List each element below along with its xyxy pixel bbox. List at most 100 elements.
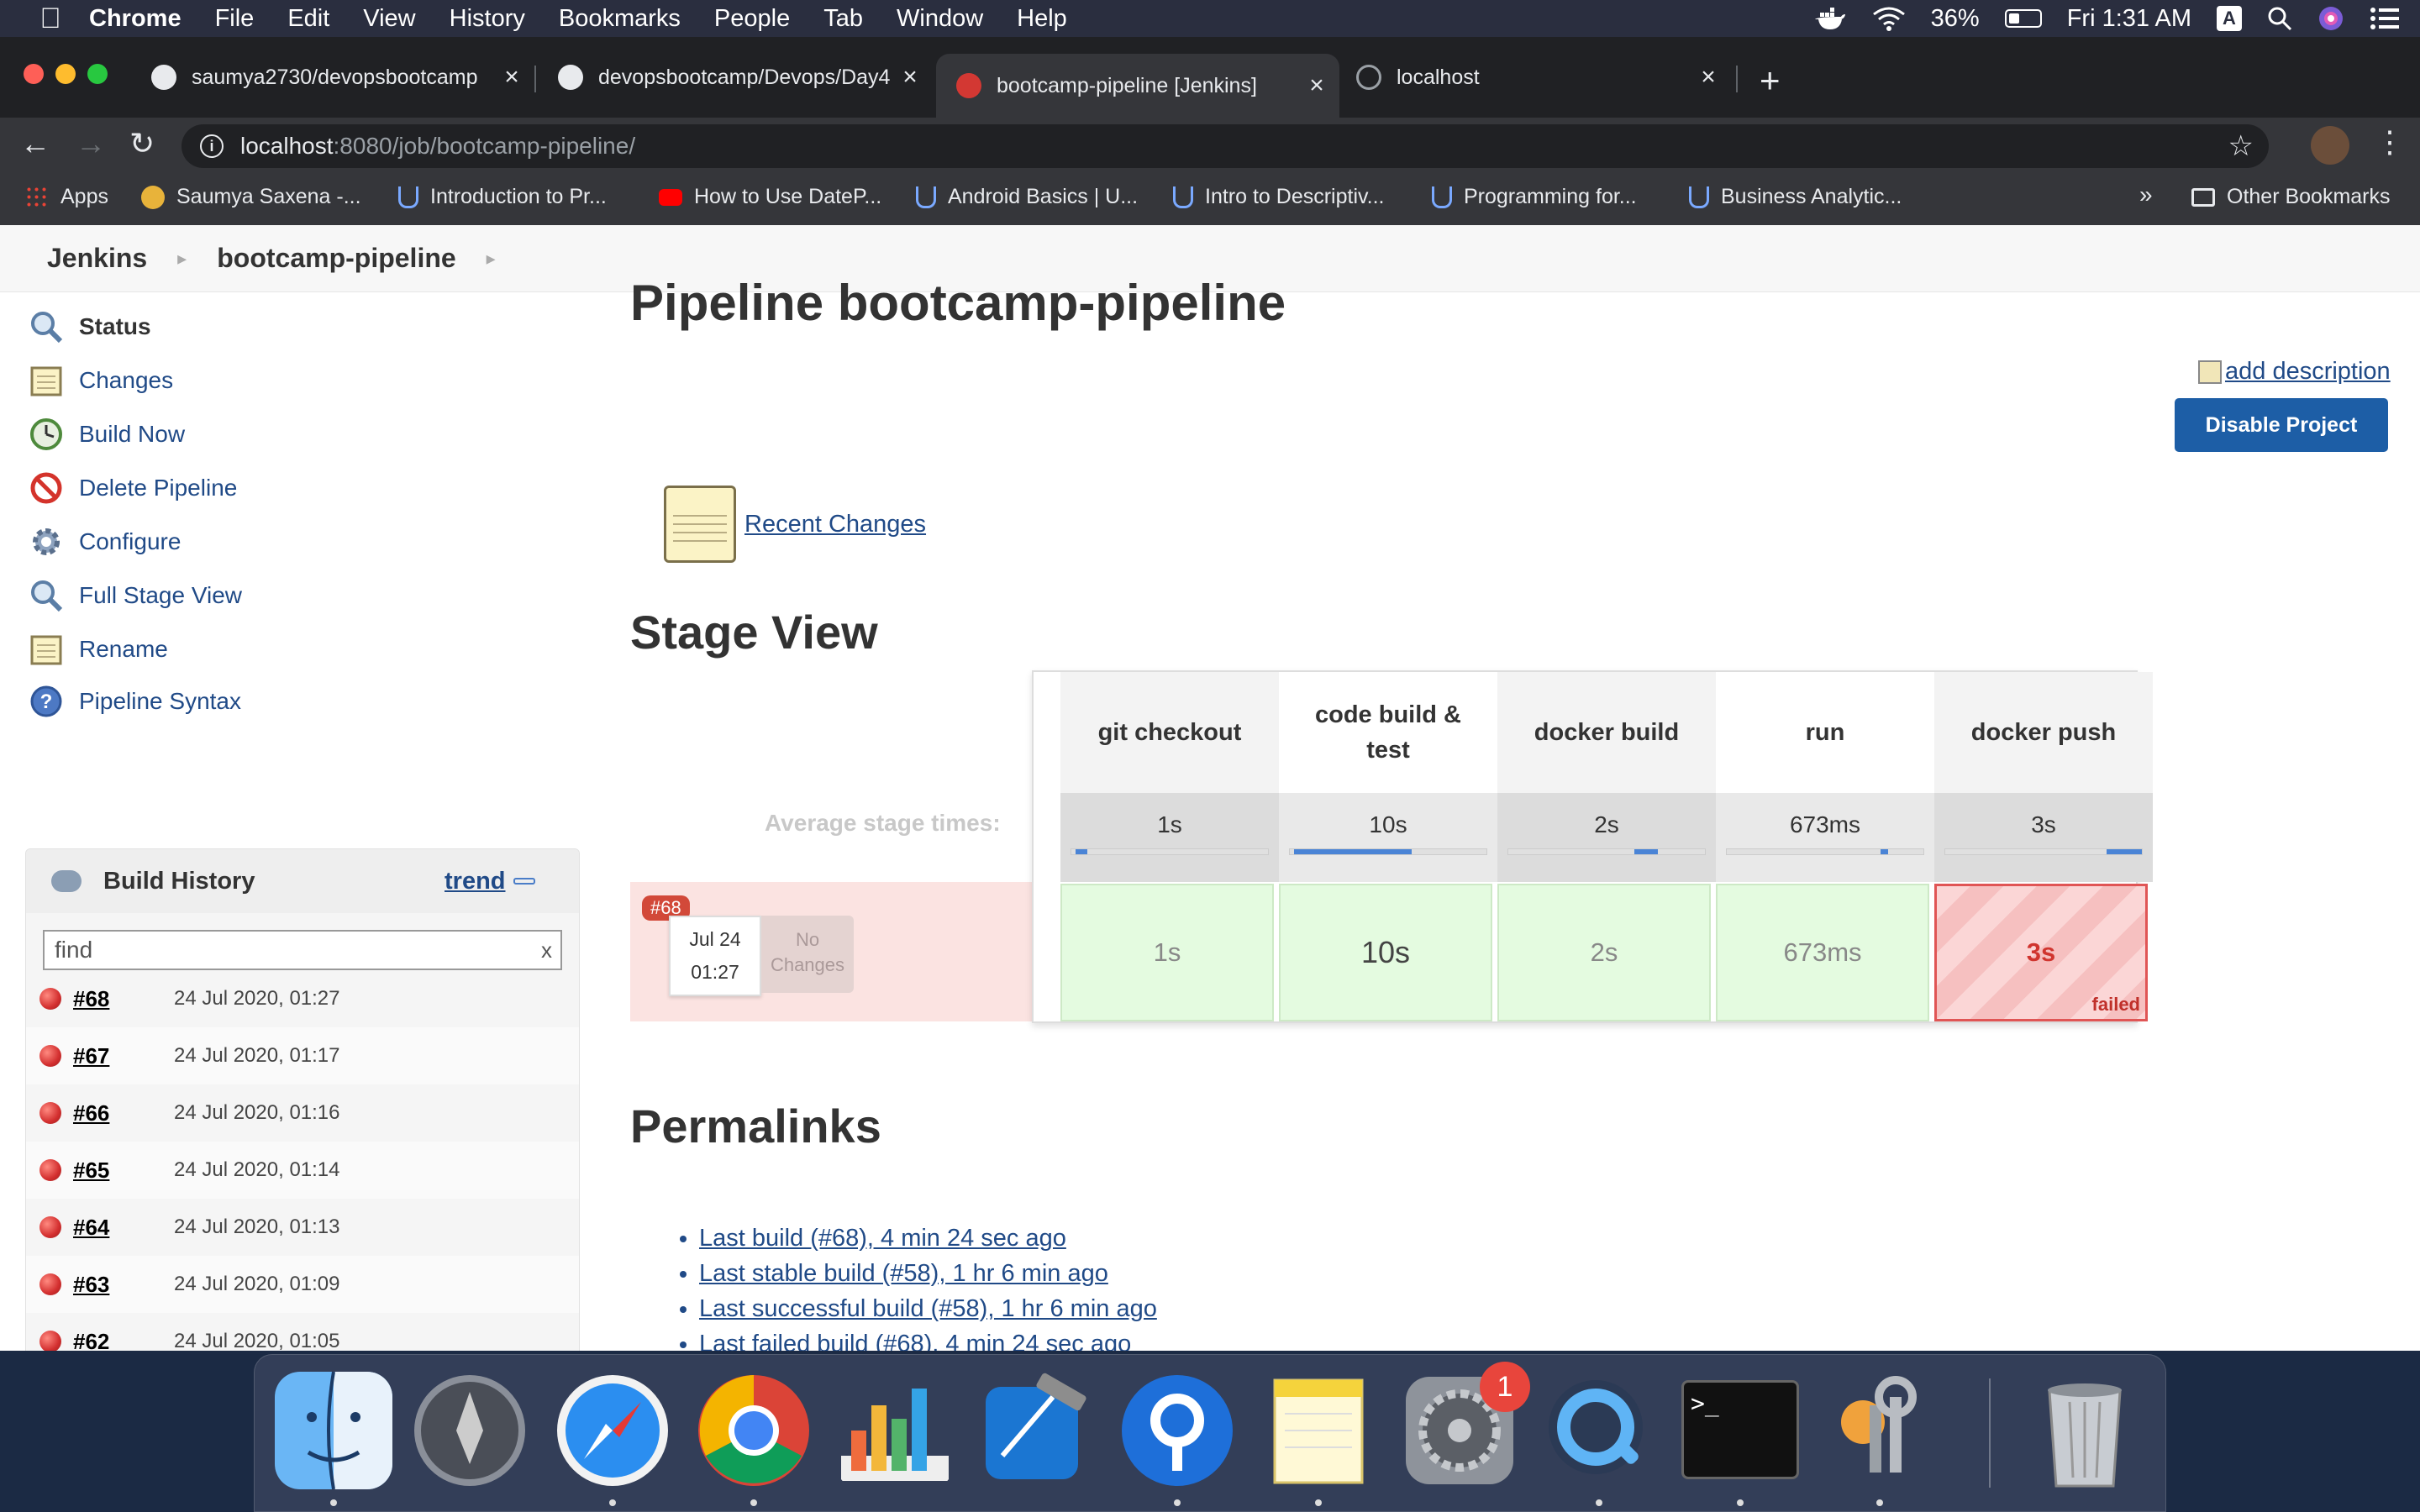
build-number-link[interactable]: #62: [73, 1329, 174, 1352]
menu-view[interactable]: View: [363, 5, 415, 33]
numbers-icon[interactable]: [836, 1372, 954, 1489]
build-number-link[interactable]: #68: [73, 986, 174, 1012]
browser-tab[interactable]: saumya2730/devopsbootcamp ×: [131, 54, 534, 101]
build-history-row[interactable]: #66 24 Jul 2020, 01:16: [26, 1084, 579, 1142]
permalink-link[interactable]: Last build (#68), 4 min 24 sec ago: [699, 1225, 1066, 1252]
menubar-clock[interactable]: Fri 1:31 AM: [2067, 5, 2191, 33]
build-history-row[interactable]: #62 24 Jul 2020, 01:05: [26, 1313, 579, 1351]
build-number-link[interactable]: #65: [73, 1158, 174, 1184]
breadcrumb-chevron-icon[interactable]: ▸: [487, 248, 496, 270]
collapse-icon[interactable]: [513, 878, 535, 885]
trash-icon[interactable]: [2026, 1372, 2144, 1489]
stage-result-success[interactable]: 1s: [1060, 884, 1274, 1021]
new-tab-icon[interactable]: +: [1760, 60, 1781, 101]
menu-file[interactable]: File: [215, 5, 255, 33]
xcode-icon[interactable]: [977, 1372, 1095, 1489]
docker-icon[interactable]: [1813, 6, 1847, 31]
build-history-row[interactable]: #68 24 Jul 2020, 01:27: [26, 970, 579, 1027]
menu-history[interactable]: History: [450, 5, 525, 33]
menu-bookmarks[interactable]: Bookmarks: [559, 5, 681, 33]
bookmark-item[interactable]: Programming for...: [1432, 185, 1637, 209]
breadcrumb-job[interactable]: bootcamp-pipeline: [217, 243, 455, 274]
window-zoom-button[interactable]: [87, 64, 108, 84]
bookmark-item[interactable]: Intro to Descriptiv...: [1173, 185, 1385, 209]
build-history-search-input[interactable]: find x: [43, 930, 562, 970]
bookmark-item[interactable]: How to Use DateP...: [659, 185, 881, 209]
add-description-link[interactable]: add description: [2198, 358, 2391, 386]
menu-window[interactable]: Window: [897, 5, 983, 33]
forward-arrow-icon[interactable]: →: [76, 126, 106, 161]
apple-menu-icon[interactable]: : [34, 3, 67, 35]
browser-tab[interactable]: localhost ×: [1336, 54, 1731, 101]
keychain-icon[interactable]: [1821, 1372, 1939, 1489]
browser-tab[interactable]: devopsbootcamp/Devops/Day4 ×: [538, 54, 933, 101]
tab-close-icon[interactable]: ×: [499, 63, 524, 92]
address-bar[interactable]: i localhost :8080/job/bootcamp-pipeline/…: [182, 124, 2269, 168]
menu-people[interactable]: People: [714, 5, 790, 33]
bookmark-apps[interactable]: Apps: [25, 185, 108, 209]
stage-result-success[interactable]: 10s: [1279, 884, 1492, 1021]
notification-center-icon[interactable]: [2370, 6, 2400, 31]
menu-help[interactable]: Help: [1017, 5, 1067, 33]
trend-link[interactable]: trend: [445, 868, 506, 895]
bookmark-item[interactable]: Introduction to Pr...: [398, 185, 607, 209]
siri-icon[interactable]: [2317, 5, 2344, 32]
launchpad-icon[interactable]: [411, 1372, 529, 1489]
permalink-item[interactable]: Last failed build (#68), 4 min 24 sec ag…: [699, 1331, 1214, 1351]
profile-avatar[interactable]: [2311, 126, 2349, 165]
recent-changes-link[interactable]: Recent Changes: [744, 511, 926, 538]
quicktime-icon[interactable]: [1540, 1372, 1658, 1489]
build-run-row[interactable]: #68 Jul 24 01:27 No Changes: [630, 882, 1034, 1021]
stage-result-failed[interactable]: 3s failed: [1934, 884, 2148, 1021]
permalink-item[interactable]: Last build (#68), 4 min 24 sec ago: [699, 1225, 1214, 1260]
sidebar-item-pipeline-syntax[interactable]: ? Pipeline Syntax: [29, 684, 241, 719]
sidebar-item-status[interactable]: Status: [29, 309, 151, 344]
menu-edit[interactable]: Edit: [287, 5, 329, 33]
window-minimize-button[interactable]: [55, 64, 76, 84]
permalink-link[interactable]: Last successful build (#58), 1 hr 6 min …: [699, 1295, 1157, 1322]
reload-icon[interactable]: ↻: [129, 126, 155, 161]
build-history-row[interactable]: #64 24 Jul 2020, 01:13: [26, 1199, 579, 1256]
input-source-icon[interactable]: A: [2217, 6, 2242, 31]
bookmark-item[interactable]: Business Analytic...: [1689, 185, 1902, 209]
spotlight-search-icon[interactable]: [2267, 6, 2292, 31]
sidebar-item-build-now[interactable]: Build Now: [29, 417, 185, 452]
tab-close-icon[interactable]: ×: [897, 63, 923, 92]
menu-app-name[interactable]: Chrome: [89, 5, 182, 33]
permalink-link[interactable]: Last failed build (#68), 4 min 24 sec ag…: [699, 1331, 1131, 1351]
permalink-item[interactable]: Last successful build (#58), 1 hr 6 min …: [699, 1295, 1214, 1331]
build-number-link[interactable]: #67: [73, 1043, 174, 1069]
finder-icon[interactable]: [275, 1372, 392, 1489]
sidebar-item-configure[interactable]: Configure: [29, 524, 181, 559]
clear-search-icon[interactable]: x: [541, 937, 552, 963]
bookmark-item[interactable]: Android Basics | U...: [916, 185, 1138, 209]
notes-icon[interactable]: [1260, 1372, 1377, 1489]
breadcrumb-chevron-icon[interactable]: ▸: [177, 248, 187, 270]
bookmarks-overflow-chevron-icon[interactable]: »: [2139, 181, 2153, 208]
build-number-link[interactable]: #66: [73, 1100, 174, 1126]
chrome-menu-icon[interactable]: ⋮: [2375, 124, 2405, 160]
disable-project-button[interactable]: Disable Project: [2175, 398, 2388, 452]
recent-changes[interactable]: Recent Changes: [664, 486, 926, 563]
bookmark-star-icon[interactable]: ☆: [2228, 129, 2254, 163]
battery-icon[interactable]: [2004, 9, 2042, 28]
stage-result-success[interactable]: 673ms: [1716, 884, 1929, 1021]
build-number-link[interactable]: #64: [73, 1215, 174, 1241]
browser-tab-active[interactable]: bootcamp-pipeline [Jenkins] ×: [936, 54, 1339, 118]
build-history-row[interactable]: #63 24 Jul 2020, 01:09: [26, 1256, 579, 1313]
wifi-icon[interactable]: [1872, 6, 1906, 31]
sidebar-item-rename[interactable]: Rename: [29, 632, 168, 667]
terminal-icon[interactable]: >_: [1681, 1380, 1799, 1479]
sidebar-item-delete-pipeline[interactable]: Delete Pipeline: [29, 470, 237, 506]
bookmark-item[interactable]: Saumya Saxena -...: [141, 185, 361, 209]
sidebar-item-changes[interactable]: Changes: [29, 363, 173, 398]
back-arrow-icon[interactable]: ←: [20, 126, 50, 161]
site-info-icon[interactable]: i: [200, 134, 224, 158]
chrome-icon[interactable]: [695, 1372, 813, 1489]
build-history-row[interactable]: #65 24 Jul 2020, 01:14: [26, 1142, 579, 1199]
window-close-button[interactable]: [24, 64, 44, 84]
sourcetree-icon[interactable]: [1118, 1372, 1236, 1489]
permalink-item[interactable]: Last stable build (#58), 1 hr 6 min ago: [699, 1260, 1214, 1295]
breadcrumb-jenkins[interactable]: Jenkins: [47, 243, 147, 274]
tab-close-icon[interactable]: ×: [1304, 71, 1329, 100]
